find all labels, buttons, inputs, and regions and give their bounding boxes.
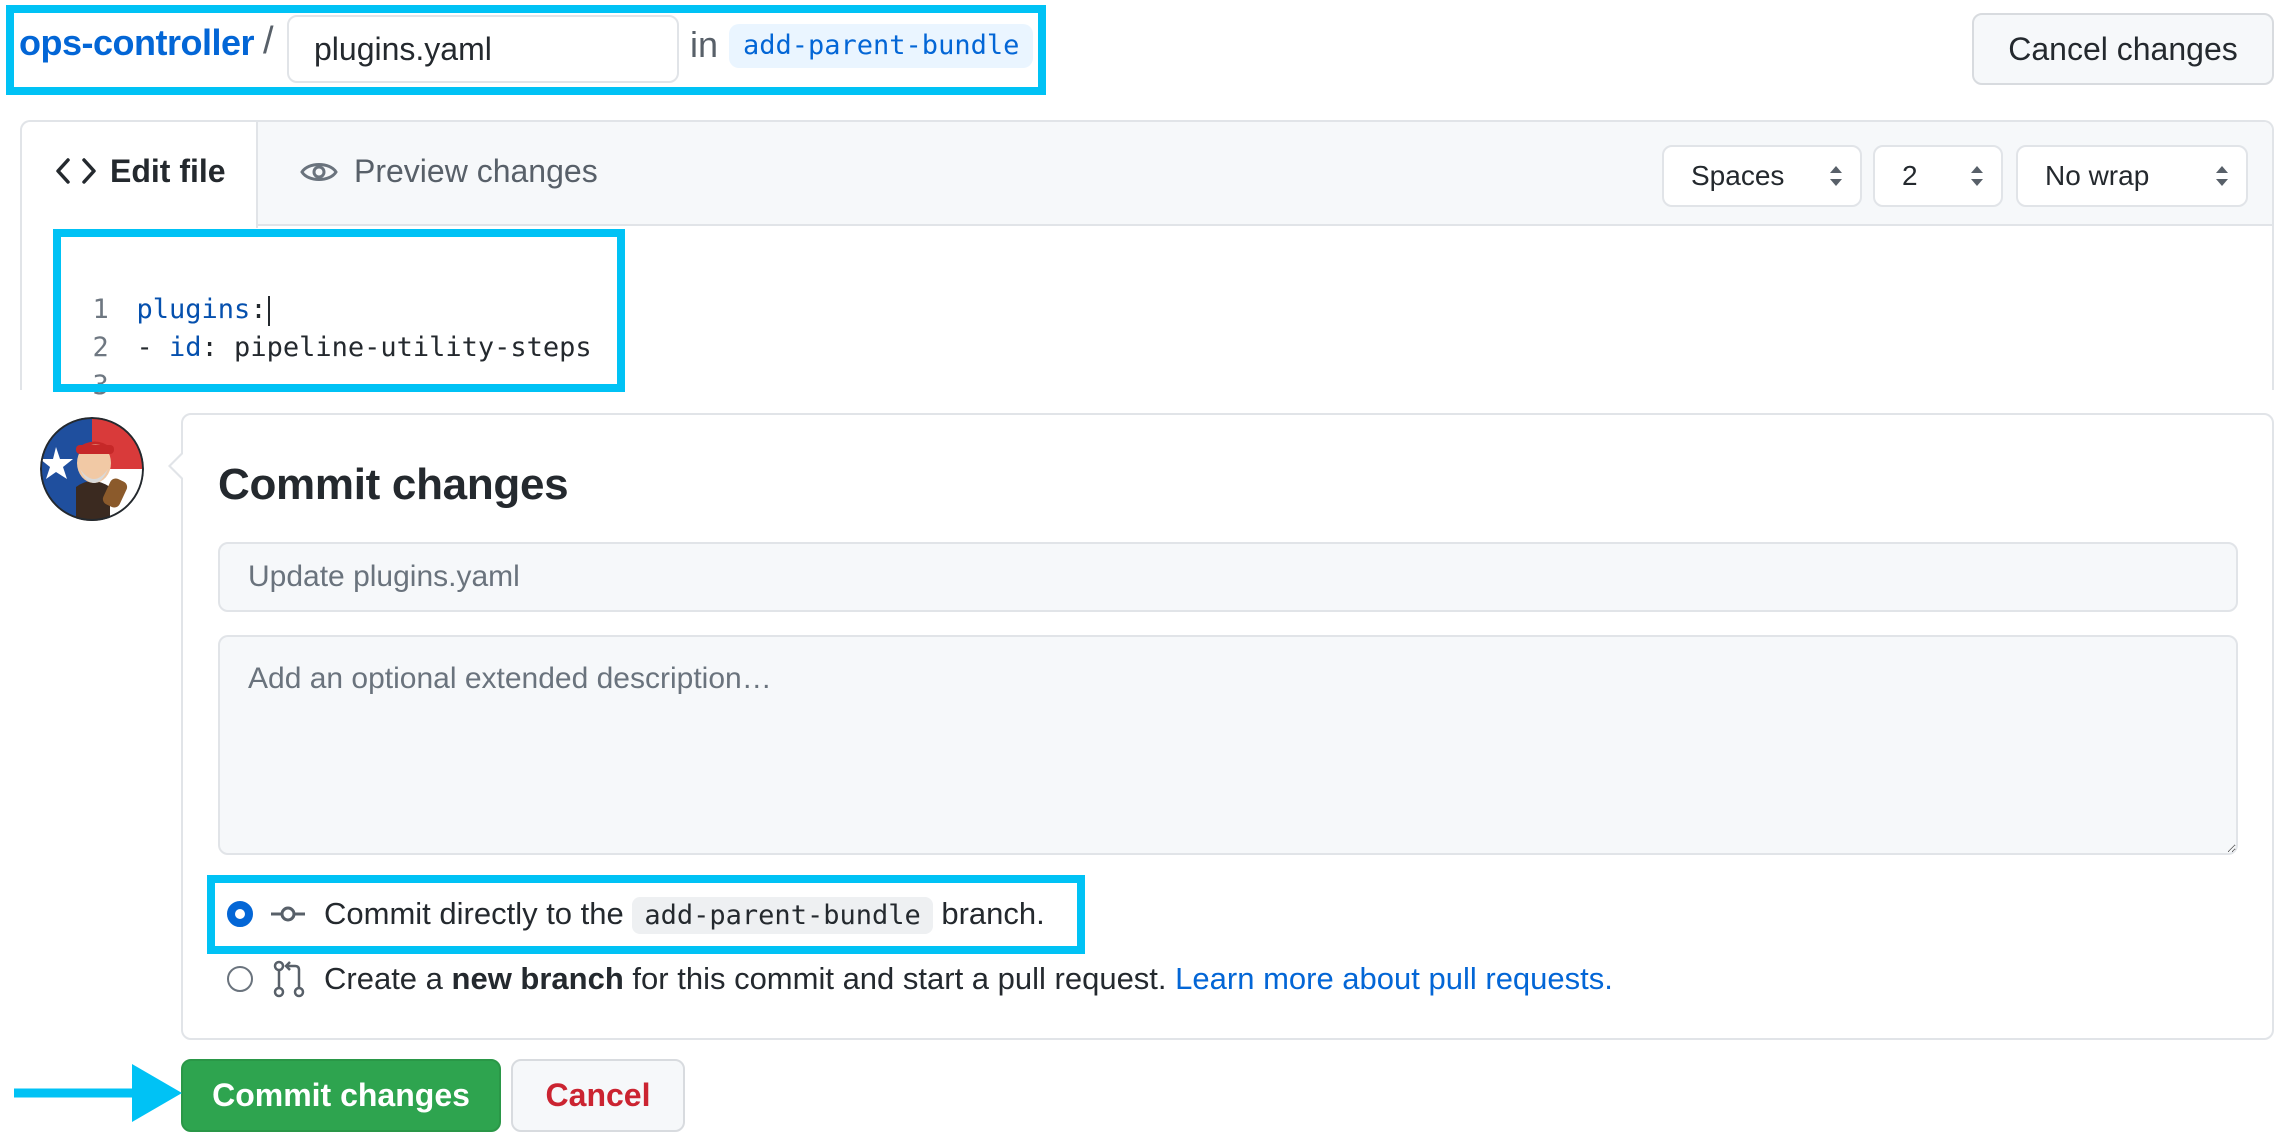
commit-form-pointer-fill	[171, 454, 183, 478]
select-caret-icon	[1830, 166, 1842, 186]
commit-description-textarea[interactable]	[218, 635, 2238, 855]
indent-size-value: 2	[1902, 160, 1918, 191]
learn-more-link[interactable]: Learn more about pull requests.	[1175, 961, 1613, 996]
commit-changes-button[interactable]: Commit changes	[181, 1059, 501, 1132]
wrap-mode-value: No wrap	[2045, 160, 2150, 191]
cancel-changes-button[interactable]: Cancel changes	[1972, 13, 2274, 85]
code-icon	[56, 158, 96, 184]
new-branch-radio[interactable]	[227, 966, 253, 992]
option-text: Create a	[324, 961, 443, 996]
avatar[interactable]	[40, 417, 144, 521]
cancel-button[interactable]: Cancel	[511, 1059, 685, 1132]
pull-request-icon	[273, 960, 305, 998]
eye-icon	[300, 163, 338, 181]
tab-preview-changes-label: Preview changes	[354, 153, 598, 189]
highlight-box	[207, 875, 1085, 954]
tab-edit-file-label: Edit file	[110, 153, 226, 189]
new-branch-label[interactable]: Create a new branch for this commit and …	[324, 961, 1613, 997]
wrap-mode-select[interactable]: No wrap	[2016, 145, 2248, 207]
commit-title: Commit changes	[218, 460, 569, 509]
indent-mode-value: Spaces	[1691, 160, 1785, 191]
option-emphasis: new branch	[451, 961, 624, 996]
annotation-arrow-icon	[14, 1064, 182, 1122]
commit-summary-input[interactable]	[218, 542, 2238, 612]
indent-size-select[interactable]: 2	[1873, 145, 2003, 207]
select-caret-icon	[2216, 166, 2228, 186]
highlight-box	[53, 229, 625, 392]
highlight-box	[6, 5, 1046, 95]
select-caret-icon	[1971, 166, 1983, 186]
indent-mode-select[interactable]: Spaces	[1662, 145, 1862, 207]
option-text: for this commit and start a pull request…	[632, 961, 1167, 996]
